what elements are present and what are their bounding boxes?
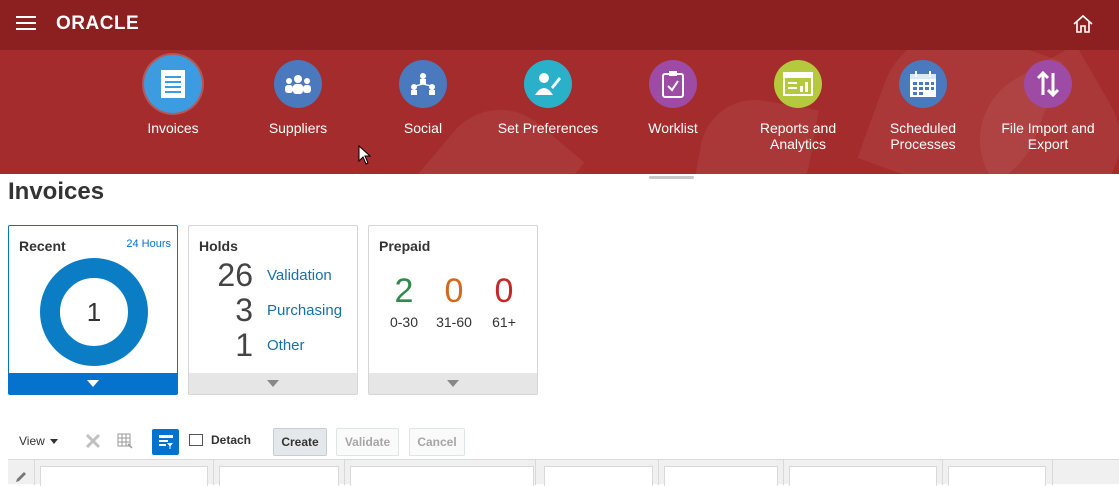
- report-icon: [774, 60, 822, 108]
- springboard-tile-social[interactable]: Social: [363, 60, 483, 136]
- infolet-title: Recent: [19, 238, 66, 254]
- tile-label: Suppliers: [268, 120, 328, 136]
- clipboard-check-icon: [649, 60, 697, 108]
- prepaid-bucket-31-60[interactable]: 0 31-60: [429, 272, 479, 330]
- hold-link[interactable]: Purchasing: [267, 302, 342, 319]
- column-separator: [344, 460, 345, 485]
- springboard-tile-suppliers[interactable]: Suppliers: [238, 60, 358, 136]
- tile-label: Social: [403, 120, 443, 136]
- calendar-icon: [899, 60, 947, 108]
- springboard: Invoices Suppliers Social Set Preference…: [0, 50, 1119, 174]
- hold-link[interactable]: Validation: [267, 267, 332, 284]
- tile-label: Worklist: [648, 120, 698, 136]
- filter-icon: [158, 435, 173, 449]
- springboard-tile-reports-and-analytics[interactable]: Reports and Analytics: [738, 60, 858, 152]
- column-filter-input[interactable]: [40, 466, 208, 486]
- prepaid-count: 0: [494, 272, 514, 310]
- home-icon[interactable]: [1072, 14, 1094, 34]
- prepaid-range: 0-30: [389, 314, 419, 330]
- springboard-tile-file-import-and-export[interactable]: File Import and Export: [988, 60, 1108, 152]
- tile-label: Invoices: [147, 120, 199, 136]
- hold-link[interactable]: Other: [267, 337, 305, 354]
- prepaid-count: 0: [444, 272, 464, 310]
- prepaid-range: 31-60: [436, 314, 472, 330]
- invoice-document-icon: [144, 55, 202, 113]
- view-menu-label: View: [19, 434, 45, 448]
- tile-label: Scheduled Processes: [889, 120, 957, 152]
- column-separator: [213, 460, 214, 485]
- column-separator: [942, 460, 943, 485]
- edit-pencil-icon[interactable]: [14, 470, 28, 484]
- page-title: Invoices: [8, 178, 105, 205]
- column-filter-input[interactable]: [664, 466, 778, 486]
- springboard-tile-scheduled-processes[interactable]: Scheduled Processes: [863, 60, 983, 152]
- caret-down-icon: [49, 439, 58, 445]
- delete-x-icon[interactable]: [84, 432, 102, 450]
- create-button[interactable]: Create: [273, 428, 327, 456]
- hamburger-icon[interactable]: [16, 16, 36, 32]
- column-filter-input[interactable]: [350, 466, 534, 486]
- detach-icon: [189, 434, 203, 446]
- chevron-down-icon: [267, 380, 279, 387]
- chevron-down-icon: [87, 380, 99, 387]
- column-filter-input[interactable]: [789, 466, 937, 486]
- springboard-tile-set-preferences[interactable]: Set Preferences: [488, 60, 608, 136]
- hold-row-validation[interactable]: 26 Validation: [189, 258, 359, 292]
- group-icon: [274, 60, 322, 108]
- prepaid-count: 2: [394, 272, 414, 310]
- expand-infolet-button[interactable]: [369, 373, 537, 394]
- hold-count: 26: [217, 257, 253, 293]
- infolet-title: Prepaid: [379, 238, 431, 254]
- hold-count: 3: [235, 292, 253, 328]
- detach-button[interactable]: Detach: [189, 433, 251, 447]
- network-icon: [399, 60, 447, 108]
- tile-label: Reports and Analytics: [759, 120, 837, 152]
- column-separator: [783, 460, 784, 485]
- column-filter-input[interactable]: [948, 466, 1046, 486]
- column-separator: [535, 460, 536, 485]
- hold-count: 1: [235, 327, 253, 363]
- user-edit-icon: [524, 60, 572, 108]
- table-toolbar: View Detach Create Validate Cancel: [0, 425, 1119, 459]
- expand-infolet-button[interactable]: [189, 373, 357, 394]
- oracle-logo: ORACLE: [56, 13, 140, 34]
- tile-label: File Import and Export: [1001, 120, 1095, 152]
- prepaid-range: 61+: [492, 314, 516, 330]
- hold-row-other[interactable]: 1 Other: [189, 328, 359, 362]
- springboard-collapse-handle[interactable]: [649, 176, 694, 179]
- recent-count: 1: [86, 296, 102, 327]
- infolet-recent[interactable]: Recent 24 Hours 1: [8, 225, 178, 395]
- column-filter-input[interactable]: [219, 466, 339, 486]
- column-separator: [34, 460, 35, 485]
- springboard-tile-invoices[interactable]: Invoices: [113, 55, 233, 136]
- column-filter-input[interactable]: [544, 466, 653, 486]
- chevron-down-icon: [447, 380, 459, 387]
- tile-label: Set Preferences: [497, 120, 599, 136]
- column-separator: [1052, 460, 1053, 485]
- recent-donut-chart[interactable]: 1: [40, 258, 148, 366]
- hold-row-purchasing[interactable]: 3 Purchasing: [189, 293, 359, 327]
- global-header: ORACLE: [0, 0, 1119, 50]
- expand-infolet-button[interactable]: [9, 373, 177, 394]
- springboard-tile-worklist[interactable]: Worklist: [613, 60, 733, 136]
- query-by-example-button[interactable]: [152, 429, 179, 455]
- infolet-holds[interactable]: Holds 26 Validation 3 Purchasing 1 Other: [188, 225, 358, 395]
- period-link[interactable]: 24 Hours: [126, 238, 171, 250]
- view-menu[interactable]: View: [19, 434, 58, 448]
- freeze-columns-icon[interactable]: [116, 432, 134, 450]
- infolet-title: Holds: [199, 238, 238, 254]
- validate-button[interactable]: Validate: [336, 428, 399, 456]
- detach-label: Detach: [211, 433, 252, 447]
- infolet-prepaid[interactable]: Prepaid 2 0-30 0 31-60 0 61+: [368, 225, 538, 395]
- prepaid-bucket-61-plus[interactable]: 0 61+: [479, 272, 529, 330]
- import-export-icon: [1024, 60, 1072, 108]
- mouse-cursor-icon: [358, 145, 372, 165]
- column-separator: [658, 460, 659, 485]
- cancel-button[interactable]: Cancel: [409, 428, 465, 456]
- prepaid-bucket-0-30[interactable]: 2 0-30: [379, 272, 429, 330]
- table-header: [8, 459, 1119, 486]
